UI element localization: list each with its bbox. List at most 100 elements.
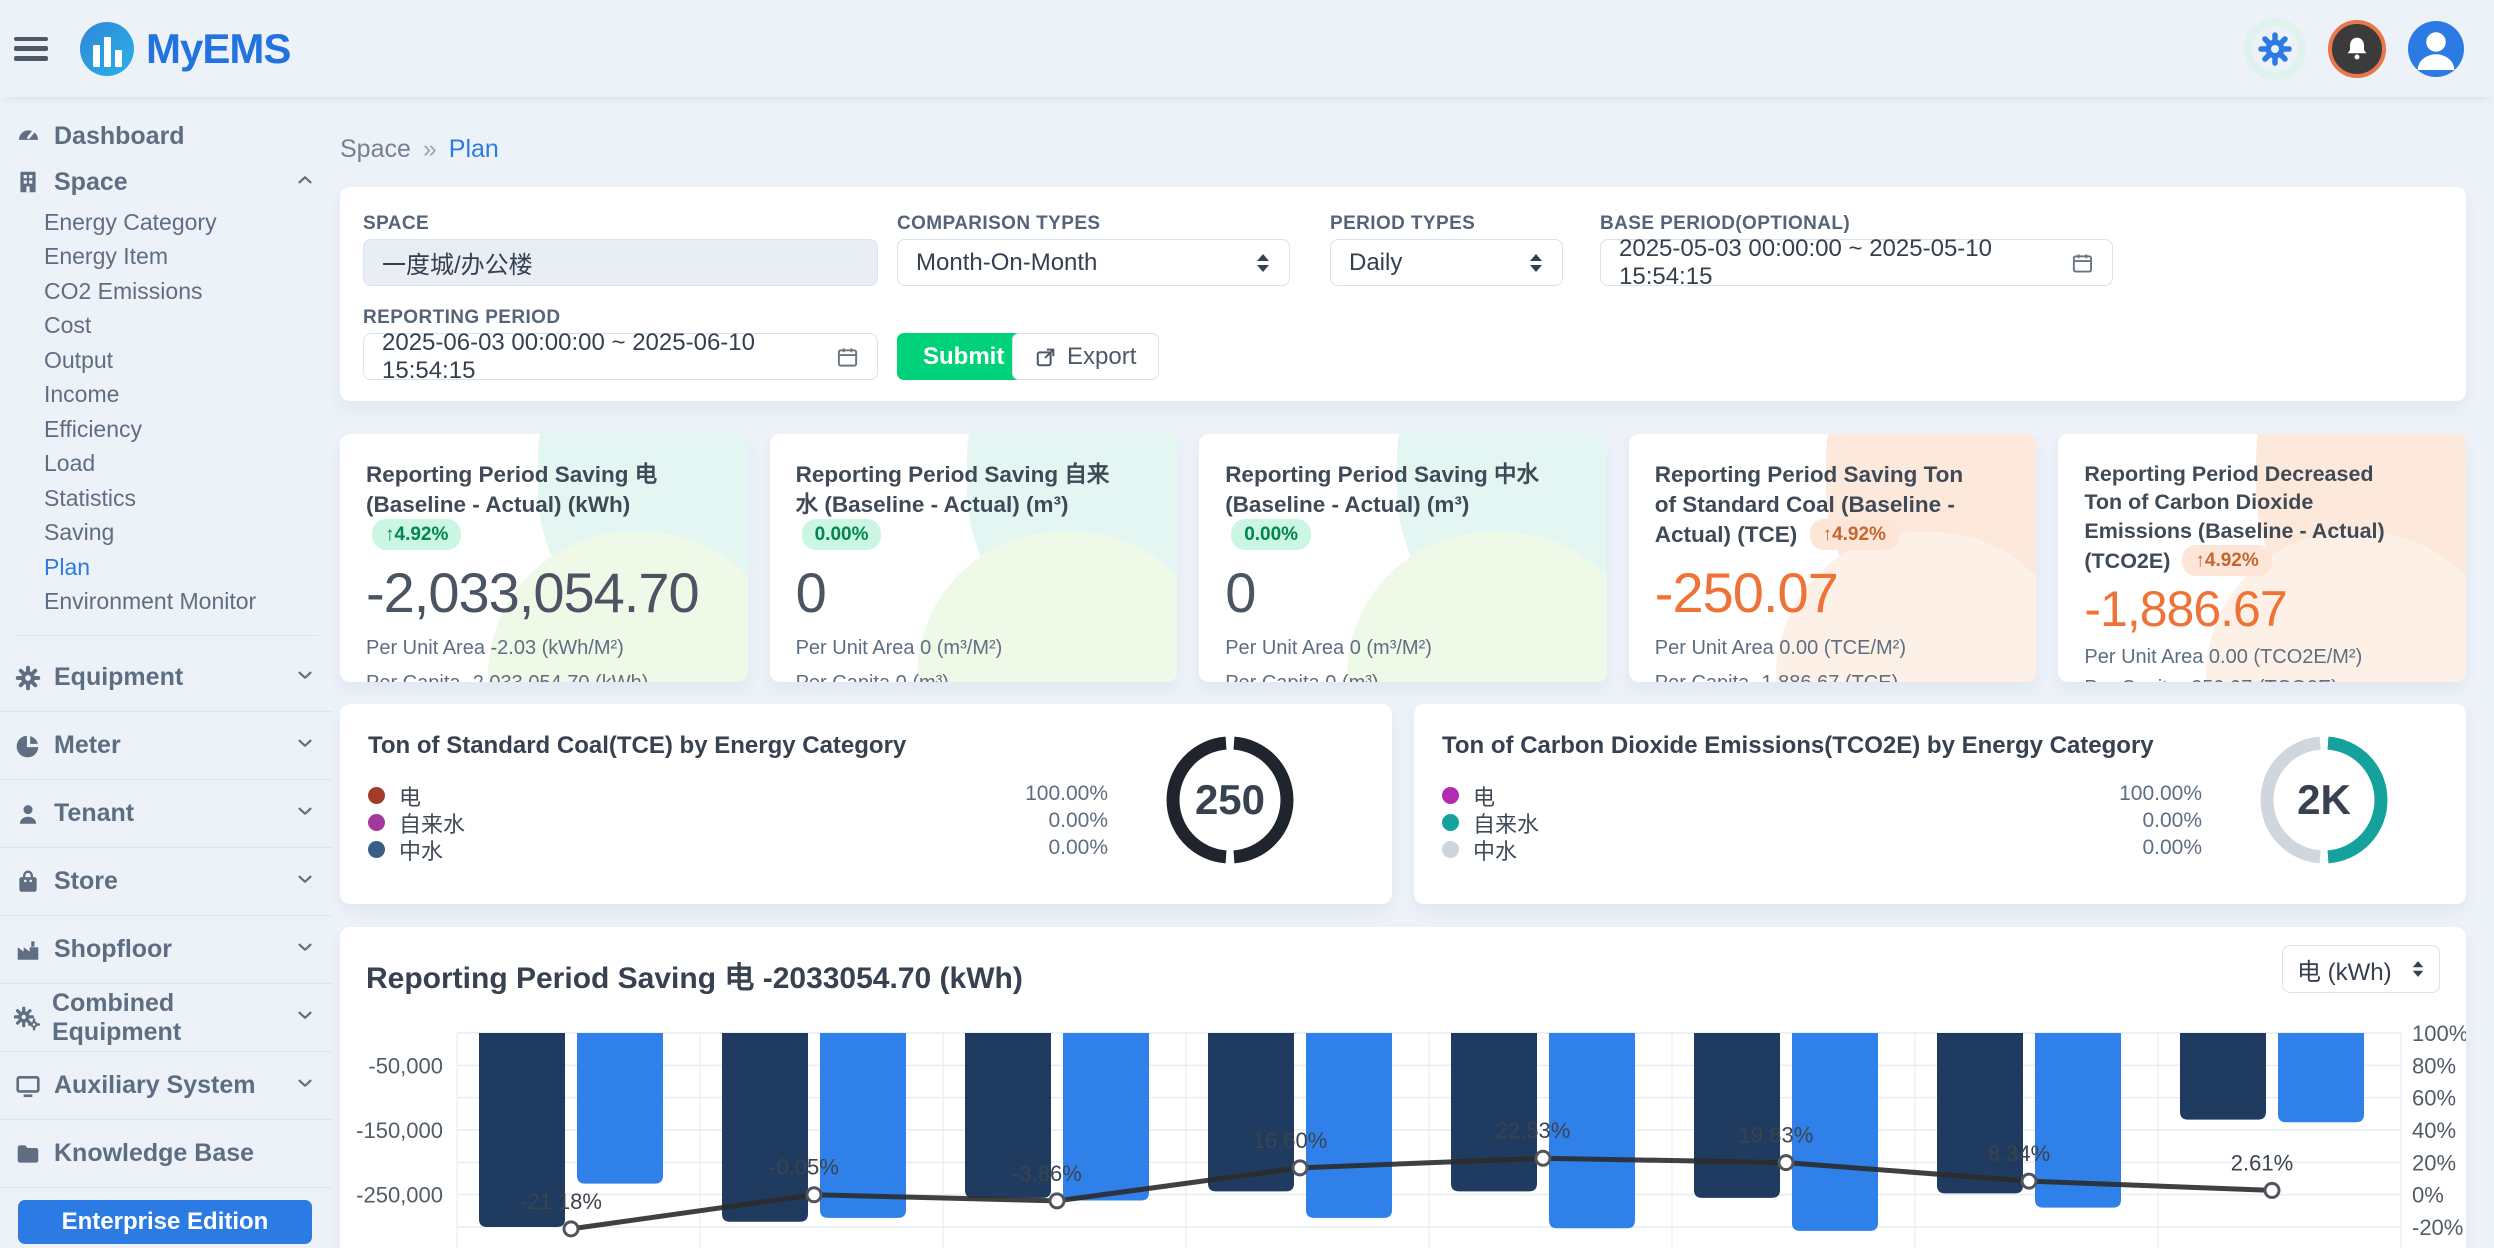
sidebar-item-knowledge-base[interactable]: Knowledge Base	[0, 1120, 332, 1187]
chart-title: Reporting Period Saving 电 -2033054.70 (k…	[366, 953, 1023, 997]
enterprise-edition-button[interactable]: Enterprise Edition	[18, 1200, 312, 1244]
settings-button[interactable]	[2244, 18, 2306, 80]
export-button[interactable]: Export	[1012, 333, 1159, 380]
sidebar-item-space[interactable]: Space	[0, 159, 332, 205]
space-label: SPACE	[363, 213, 429, 235]
sidebar-subitem-output[interactable]: Output	[44, 343, 332, 378]
chevron-down-icon	[294, 936, 316, 963]
metric-per-unit-area: Per Unit Area 0.00 (TCE/M²)	[1655, 637, 2011, 660]
base-period-input[interactable]: 2025-05-03 00:00:00 ~ 2025-05-10 15:54:1…	[1600, 239, 2113, 286]
metric-card-tap-water: Reporting Period Saving 自来水 (Baseline - …	[770, 434, 1178, 682]
metric-card-electricity: Reporting Period Saving 电 (Baseline - Ac…	[340, 434, 748, 682]
comparison-types-value: Month-On-Month	[916, 249, 1097, 277]
tce-by-category-card: Ton of Standard Coal(TCE) by Energy Cate…	[340, 704, 1392, 904]
svg-text:100%: 100%	[2412, 1021, 2466, 1046]
breadcrumb-space-link[interactable]: Space	[340, 135, 411, 163]
svg-text:80%: 80%	[2412, 1053, 2456, 1078]
legend-percent: 0.00%	[2082, 834, 2202, 861]
select-arrows-icon	[1255, 252, 1271, 274]
metric-badge: 0.00%	[1231, 519, 1311, 550]
sidebar-subitem-saving[interactable]: Saving	[44, 516, 332, 551]
sidebar-subitem-load[interactable]: Load	[44, 447, 332, 482]
sidebar-subitem-cost[interactable]: Cost	[44, 309, 332, 344]
metric-badge: 0.00%	[802, 519, 882, 550]
space-submenu: Energy Category Energy Item CO2 Emission…	[0, 205, 332, 619]
sidebar-item-label: Space	[54, 168, 128, 197]
person-icon	[2408, 21, 2464, 77]
metric-per-capita: Per Capita -250.07 (TCO2E)	[2084, 677, 2440, 682]
tce-donut-chart: 250	[1158, 728, 1302, 872]
svg-text:-150,000: -150,000	[356, 1118, 443, 1143]
sidebar-item-shopfloor[interactable]: Shopfloor	[0, 916, 332, 983]
sidebar-item-dashboard[interactable]: Dashboard	[0, 113, 332, 159]
sidebar-subitem-plan[interactable]: Plan	[44, 550, 332, 585]
energy-unit-select[interactable]: 电 (kWh)	[2282, 945, 2440, 993]
metric-per-capita: Per Capita 0 (m³)	[796, 672, 1152, 682]
folder-icon	[12, 1141, 44, 1167]
donut-center-value: 250	[1158, 728, 1302, 872]
legend-dot	[1442, 814, 1459, 831]
export-label: Export	[1067, 343, 1136, 371]
chevron-down-icon	[294, 664, 316, 691]
brand-logo[interactable]: MyEMS	[80, 22, 290, 76]
svg-text:40%: 40%	[2412, 1118, 2456, 1143]
sidebar-item-tenant[interactable]: Tenant	[0, 780, 332, 847]
svg-text:8.34%: 8.34%	[1988, 1141, 2050, 1166]
sidebar-item-store[interactable]: Store	[0, 848, 332, 915]
factory-icon	[12, 937, 44, 963]
double-gear-icon	[12, 1005, 42, 1031]
comparison-types-label: COMPARISON TYPES	[897, 213, 1100, 235]
sidebar-subitem-income[interactable]: Income	[44, 378, 332, 413]
chevron-down-icon	[294, 800, 316, 827]
user-avatar[interactable]	[2408, 21, 2464, 77]
svg-text:-50,000: -50,000	[368, 1053, 443, 1078]
saving-chart-card: Reporting Period Saving 电 -2033054.70 (k…	[340, 927, 2466, 1248]
metric-title: Reporting Period Saving 中水 (Baseline - A…	[1225, 462, 1539, 517]
metric-value: -1,886.67	[2084, 580, 2440, 638]
legend-label: 中水	[399, 834, 443, 866]
svg-text:20%: 20%	[2412, 1150, 2456, 1175]
comparison-types-select[interactable]: Month-On-Month	[897, 239, 1290, 286]
energy-unit-value: 电 (kWh)	[2297, 952, 2392, 987]
svg-text:-3.86%: -3.86%	[1012, 1161, 1082, 1186]
sidebar-subitem-statistics[interactable]: Statistics	[44, 481, 332, 516]
reporting-period-input[interactable]: 2025-06-03 00:00:00 ~ 2025-06-10 15:54:1…	[363, 333, 878, 380]
space-input-value[interactable]	[382, 249, 859, 277]
svg-text:0%: 0%	[2412, 1183, 2444, 1208]
person-icon	[12, 801, 44, 827]
tco2e-by-category-card: Ton of Carbon Dioxide Emissions(TCO2E) b…	[1414, 704, 2466, 904]
sidebar-item-label: Auxiliary System	[54, 1071, 256, 1100]
sidebar-item-equipment[interactable]: Equipment	[0, 644, 332, 711]
svg-text:16.60%: 16.60%	[1253, 1128, 1328, 1153]
legend-dot	[368, 787, 385, 804]
metric-value: 0	[1225, 560, 1581, 625]
metric-per-unit-area: Per Unit Area -2.03 (kWh/M²)	[366, 637, 722, 660]
breadcrumb-plan-link[interactable]: Plan	[449, 135, 499, 163]
sidebar-subitem-co2-emissions[interactable]: CO2 Emissions	[44, 274, 332, 309]
metric-card-co2-emissions: Reporting Period Decreased Ton of Carbon…	[2058, 434, 2466, 682]
hamburger-menu-icon[interactable]	[14, 37, 48, 61]
metric-per-capita: Per Capita -2,033,054.70 (kWh)	[366, 672, 722, 682]
donut-values: 100.00% 0.00% 0.00%	[988, 780, 1108, 861]
sidebar-item-meter[interactable]: Meter	[0, 712, 332, 779]
legend-percent: 100.00%	[2082, 780, 2202, 807]
sidebar-subitem-energy-category[interactable]: Energy Category	[44, 205, 332, 240]
chevron-up-icon	[294, 169, 316, 196]
export-icon	[1035, 346, 1057, 368]
period-types-select[interactable]: Daily	[1330, 239, 1563, 286]
metric-value: 0	[796, 560, 1152, 625]
gear-icon	[2258, 32, 2292, 66]
space-input[interactable]	[363, 239, 878, 286]
sidebar-item-auxiliary-system[interactable]: Auxiliary System	[0, 1052, 332, 1119]
sidebar-item-combined-equipment[interactable]: Combined Equipment	[0, 984, 332, 1051]
metric-cards-row: Reporting Period Saving 电 (Baseline - Ac…	[340, 434, 2466, 682]
sidebar-subitem-efficiency[interactable]: Efficiency	[44, 412, 332, 447]
metric-title: Reporting Period Saving 自来水 (Baseline - …	[796, 462, 1110, 517]
sidebar-subitem-energy-item[interactable]: Energy Item	[44, 240, 332, 275]
query-form-card: SPACE COMPARISON TYPES Month-On-Month PE…	[340, 187, 2466, 401]
submit-button[interactable]: Submit	[897, 333, 1030, 380]
svg-text:-0.05%: -0.05%	[769, 1155, 839, 1180]
notifications-button[interactable]	[2328, 20, 2386, 78]
sidebar-item-label: Dashboard	[54, 122, 185, 151]
sidebar-subitem-environment-monitor[interactable]: Environment Monitor	[44, 585, 332, 620]
